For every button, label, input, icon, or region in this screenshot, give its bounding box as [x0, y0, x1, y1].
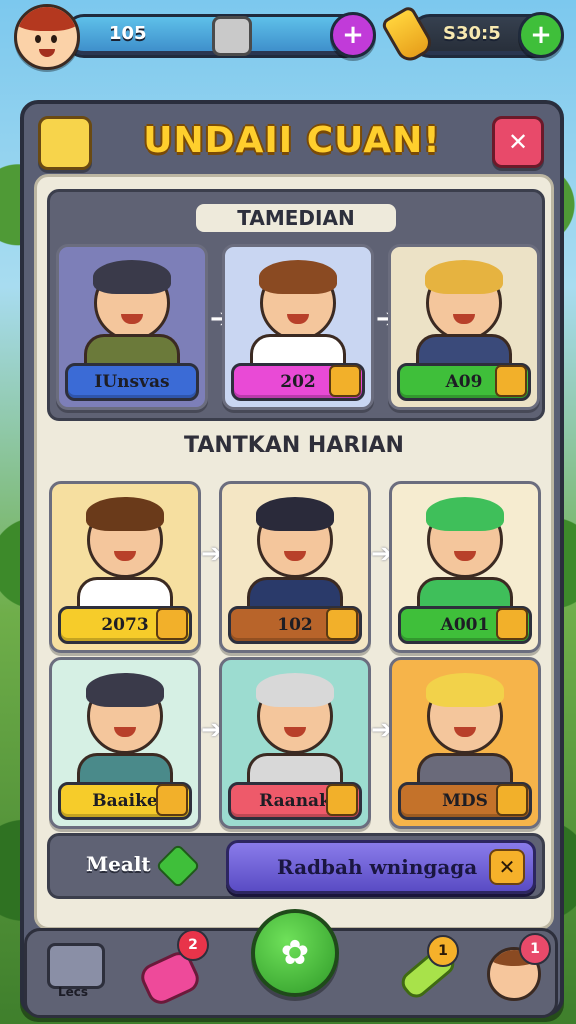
menu-bar: Mealt Radbah wningaga ✕ — [47, 833, 545, 899]
avatar-eye-left — [35, 35, 41, 43]
avatar-eye-right — [51, 35, 57, 43]
nav-profile[interactable]: 1 — [481, 933, 551, 1003]
menu-label: Mealt — [86, 852, 151, 876]
coin-icon — [326, 784, 358, 816]
character-portrait — [425, 260, 503, 341]
daily-card-6[interactable]: MDS — [389, 657, 541, 829]
nav-tools[interactable]: 1 — [391, 935, 460, 1003]
basket-icon — [495, 365, 527, 397]
panel-header: UNDAII CUAN! ✕ — [24, 104, 560, 184]
add-coins-button[interactable]: + — [330, 12, 376, 58]
bottom-navigation: Lecs 2 ✿ 1 1 — [24, 909, 558, 1018]
action-button-label: Radbah wningaga — [277, 855, 478, 879]
nav-home[interactable]: Lecs — [41, 939, 105, 1003]
evolution-section: TAMEDIAN IUnsvas ➔ 202 ➔ A09 — [47, 189, 545, 421]
nav-gift[interactable]: 2 — [136, 929, 209, 1009]
character-portrait — [86, 673, 164, 754]
notification-badge: 1 — [519, 933, 551, 965]
evolution-card-1[interactable]: IUnsvas — [56, 244, 208, 410]
character-portrait — [426, 497, 504, 578]
action-button[interactable]: Radbah wningaga ✕ — [226, 840, 536, 894]
character-portrait — [426, 673, 504, 754]
section-b-title: TANTKAN HARIAN — [184, 433, 404, 458]
green-gem-icon — [155, 843, 201, 889]
crystal-portrait — [256, 673, 334, 754]
evolution-card-2[interactable]: 202 — [222, 244, 374, 410]
close-button[interactable]: ✕ — [492, 116, 544, 168]
top-status-bar: 105 + S30:5 + — [0, 0, 576, 70]
nav-center-button[interactable]: ✿ — [251, 909, 339, 997]
daily-card-5[interactable]: Raanak — [219, 657, 371, 829]
card-label: IUnsvas — [65, 363, 199, 401]
daily-card-4[interactable]: Baaike — [49, 657, 201, 829]
close-icon[interactable]: ✕ — [489, 849, 525, 885]
notification-badge: 2 — [177, 929, 209, 961]
daily-card-2[interactable]: 102 — [219, 481, 371, 653]
coins-value: 105 — [109, 23, 147, 44]
lock-icon — [212, 16, 252, 56]
avatar-mouth — [39, 49, 55, 57]
character-portrait — [259, 260, 337, 341]
section-a-title: TAMEDIAN — [196, 204, 396, 232]
daily-card-3[interactable]: A001 — [389, 481, 541, 653]
plane-icon — [496, 608, 528, 640]
notification-badge: 1 — [427, 935, 459, 967]
daily-card-1[interactable]: 2073 — [49, 481, 201, 653]
heart-icon — [326, 608, 358, 640]
character-portrait — [86, 497, 164, 578]
gem-icon — [156, 784, 188, 816]
panel-content: TAMEDIAN IUnsvas ➔ 202 ➔ A09 TANTKAN HAR… — [34, 174, 554, 930]
dice-icon — [156, 608, 188, 640]
character-portrait — [93, 260, 171, 341]
player-avatar[interactable] — [14, 4, 80, 70]
avatar-hair — [17, 7, 77, 31]
nav-home-label: Lecs — [57, 985, 89, 999]
main-panel: UNDAII CUAN! ✕ TAMEDIAN IUnsvas ➔ 202 ➔ — [20, 100, 564, 1016]
panel-title: UNDAII CUAN! — [143, 120, 441, 161]
add-gems-button[interactable]: + — [518, 12, 564, 58]
gems-value: S30:5 — [443, 23, 501, 44]
shop-icon — [47, 943, 105, 989]
character-portrait — [256, 497, 334, 578]
coin-icon — [496, 784, 528, 816]
crown-badge-icon — [329, 365, 361, 397]
evolution-card-3[interactable]: A09 — [388, 244, 540, 410]
